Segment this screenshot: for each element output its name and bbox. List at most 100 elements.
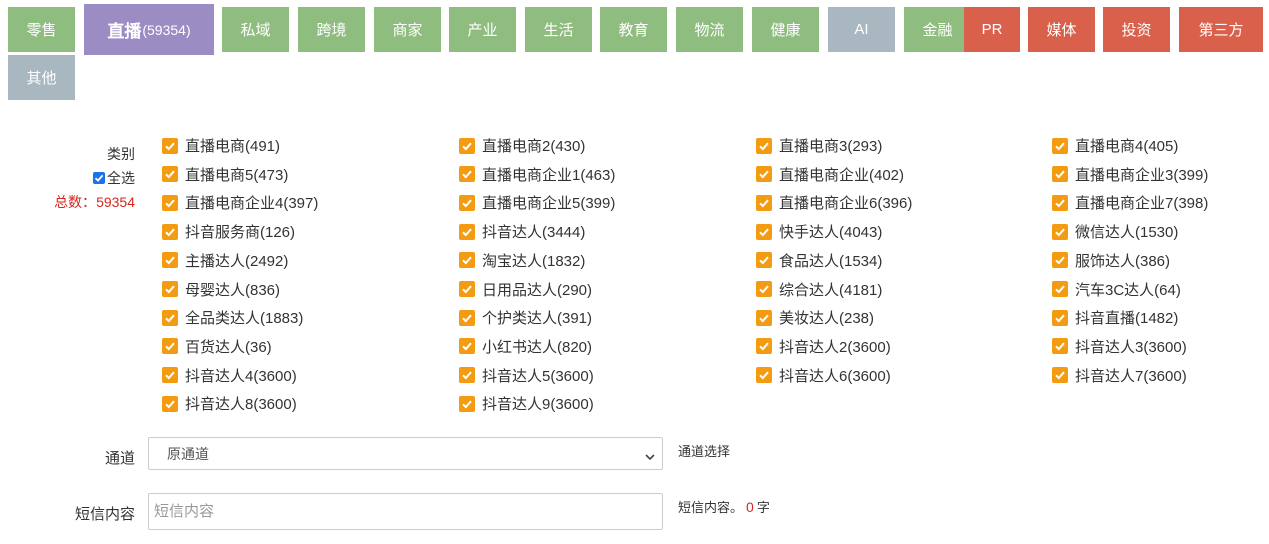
category-section: 类别 全选 总数：59354 直播电商(491) 直播电商2(430) 直播电商3(…	[0, 132, 1269, 422]
tab-4[interactable]: 商家	[374, 7, 441, 52]
category-checkbox[interactable]: 抖音达人8(3600)	[162, 393, 297, 414]
category-checkbox-label: 直播电商企业7(398)	[1075, 195, 1209, 213]
tab-13[interactable]: 媒体	[1028, 7, 1095, 52]
category-checkbox[interactable]: 直播电商5(473)	[162, 164, 288, 185]
category-checkbox-label: 抖音达人(3444)	[482, 224, 586, 242]
category-checkbox[interactable]: 主播达人(2492)	[162, 250, 288, 271]
tab-7[interactable]: 教育	[600, 7, 667, 52]
checkmark-icon	[459, 166, 475, 183]
checkmark-icon	[459, 223, 475, 240]
category-checkbox[interactable]: 直播电商3(293)	[756, 135, 882, 156]
tab-16[interactable]: 其他	[8, 55, 75, 100]
category-checkbox[interactable]: 抖音达人6(3600)	[756, 365, 891, 386]
category-checkbox[interactable]: 抖音服务商(126)	[162, 221, 295, 242]
tab-8[interactable]: 物流	[676, 7, 743, 52]
category-checkbox[interactable]: 抖音达人2(3600)	[756, 336, 891, 357]
category-checkbox-label: 快手达人(4043)	[779, 224, 883, 242]
category-checkbox[interactable]: 直播电商企业5(399)	[459, 192, 615, 213]
category-checkbox[interactable]: 直播电商企业4(397)	[162, 192, 318, 213]
checkmark-icon	[459, 309, 475, 326]
category-checkbox-label: 抖音达人6(3600)	[779, 367, 891, 385]
category-checkbox[interactable]: 直播电商企业(402)	[756, 164, 904, 185]
category-checkbox[interactable]: 淘宝达人(1832)	[459, 250, 585, 271]
category-checkbox[interactable]: 直播电商(491)	[162, 135, 280, 156]
category-checkbox-label: 抖音达人4(3600)	[185, 367, 297, 385]
tab-15[interactable]: 第三方	[1179, 7, 1263, 52]
tab-5[interactable]: 产业	[449, 7, 516, 52]
checkmark-icon	[1052, 194, 1068, 211]
category-checkbox-label: 美妆达人(238)	[779, 310, 875, 328]
tab-14[interactable]: 投资	[1103, 7, 1170, 52]
sms-content-input[interactable]	[148, 493, 663, 530]
category-checkbox[interactable]: 综合达人(4181)	[756, 279, 882, 300]
category-checkbox-label: 直播电商5(473)	[185, 166, 289, 184]
category-checkbox-label: 淘宝达人(1832)	[482, 252, 586, 270]
category-checkbox[interactable]: 直播电商4(405)	[1052, 135, 1178, 156]
category-checkbox-label: 抖音达人7(3600)	[1075, 367, 1187, 385]
tab-2[interactable]: 私域	[222, 7, 289, 52]
category-checkbox[interactable]: 日用品达人(290)	[459, 279, 592, 300]
category-checkbox[interactable]: 抖音达人9(3600)	[459, 393, 594, 414]
category-checkbox[interactable]: 百货达人(36)	[162, 336, 272, 357]
category-checkbox[interactable]: 抖音达人7(3600)	[1052, 365, 1187, 386]
category-checkbox[interactable]: 个护类达人(391)	[459, 307, 592, 328]
checkmark-icon	[162, 309, 178, 326]
tab-label: PR	[981, 21, 1003, 38]
tab-0[interactable]: 零售	[8, 7, 75, 52]
category-checkbox-label: 抖音直播(1482)	[1075, 310, 1179, 328]
sms-hint-suffix: 字	[756, 500, 770, 515]
category-checkbox[interactable]: 直播电商企业1(463)	[459, 164, 615, 185]
checkmark-icon	[162, 137, 178, 154]
category-checkbox[interactable]: 抖音达人(3444)	[459, 221, 585, 242]
channel-select[interactable]: 原通道	[148, 437, 663, 470]
category-checkbox[interactable]: 直播电商2(430)	[459, 135, 585, 156]
category-checkbox[interactable]: 微信达人(1530)	[1052, 221, 1178, 242]
checkmark-icon	[756, 194, 772, 211]
category-checkbox[interactable]: 直播电商企业3(399)	[1052, 164, 1208, 185]
category-checkbox[interactable]: 直播电商企业7(398)	[1052, 192, 1208, 213]
category-checkbox-label: 母婴达人(836)	[185, 281, 281, 299]
chevron-down-icon	[644, 449, 656, 465]
checkmark-icon	[459, 252, 475, 269]
category-checkbox-label: 直播电商(491)	[185, 138, 281, 155]
total-value: 59354	[96, 194, 135, 210]
category-checkbox[interactable]: 全品类达人(1883)	[162, 307, 303, 328]
category-checkbox-label: 综合达人(4181)	[779, 281, 883, 299]
category-checkbox-label: 百货达人(36)	[185, 338, 272, 356]
category-checkbox-label: 主播达人(2492)	[185, 252, 289, 270]
category-checkbox[interactable]: 快手达人(4043)	[756, 221, 882, 242]
category-checkbox[interactable]: 直播电商企业6(396)	[756, 192, 912, 213]
category-checkbox[interactable]: 抖音达人4(3600)	[162, 365, 297, 386]
category-checkbox[interactable]: 食品达人(1534)	[756, 250, 882, 271]
tab-12[interactable]: PR	[964, 7, 1020, 52]
checkmark-icon	[459, 281, 475, 297]
tab-9[interactable]: 健康	[752, 7, 819, 52]
tab-6[interactable]: 生活	[525, 7, 592, 52]
checkmark-icon	[162, 166, 178, 183]
channel-label: 通道	[104, 450, 135, 467]
checkmark-icon	[1052, 367, 1068, 384]
tab-10[interactable]: AI	[828, 7, 895, 52]
tab-label: 物流	[694, 22, 725, 39]
category-checkbox[interactable]: 抖音直播(1482)	[1052, 307, 1178, 328]
tab-label: 教育	[618, 22, 649, 39]
category-checkbox[interactable]: 抖音达人3(3600)	[1052, 336, 1187, 357]
select-all-checkbox[interactable]: 全选	[93, 168, 135, 188]
checkmark-icon	[162, 252, 178, 269]
sms-char-count: 0	[746, 499, 754, 515]
category-checkbox-label: 直播电商企业1(463)	[482, 166, 616, 184]
checkmark-icon	[756, 367, 772, 384]
tab-3[interactable]: 跨境	[298, 7, 365, 52]
channel-hint: 通道选择	[678, 444, 731, 459]
category-checkbox[interactable]: 抖音达人5(3600)	[459, 365, 594, 386]
tab-11[interactable]: 金融	[904, 7, 971, 52]
category-checkbox[interactable]: 汽车3C达人(64)	[1052, 279, 1181, 300]
tab-1[interactable]: 直播 (59354)	[84, 4, 214, 55]
category-checkbox[interactable]: 小红书达人(820)	[459, 336, 592, 357]
checkmark-icon	[459, 194, 475, 211]
category-checkbox[interactable]: 服饰达人(386)	[1052, 250, 1170, 271]
tab-label: 私域	[240, 22, 271, 39]
category-checkbox[interactable]: 母婴达人(836)	[162, 279, 280, 300]
category-checkbox[interactable]: 美妆达人(238)	[756, 307, 874, 328]
checkmark-icon	[1052, 281, 1068, 297]
